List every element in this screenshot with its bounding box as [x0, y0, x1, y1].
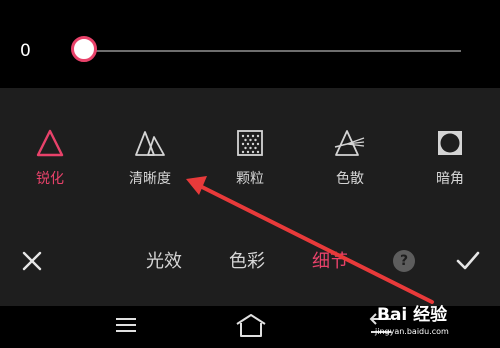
watermark-url: jingyan.baidu.com	[375, 327, 449, 336]
slider-track[interactable]	[86, 50, 461, 52]
tool-clarity[interactable]: 清晰度	[110, 128, 190, 198]
tool-grain[interactable]: 颗粒	[210, 128, 290, 198]
tab-light-effects[interactable]: 光效	[146, 247, 182, 273]
tab-details[interactable]: 细节	[312, 247, 348, 273]
vignette-icon	[438, 131, 462, 155]
tool-label: 色散	[336, 171, 364, 187]
watermark-logo: Bai 经验	[377, 305, 448, 325]
watermark: Bai 经验 jingyan.baidu.com	[375, 295, 497, 343]
tool-label: 锐化	[36, 171, 64, 187]
adjustment-slider-bar: 0	[0, 0, 500, 88]
grain-icon	[237, 130, 263, 156]
tool-label: 清晰度	[129, 171, 171, 187]
category-bar: 光效 色彩 细节 ?	[0, 243, 500, 279]
prism-icon	[334, 130, 365, 156]
slider-value: 0	[20, 41, 31, 61]
tab-color[interactable]: 色彩	[229, 247, 265, 273]
tool-label: 暗角	[436, 171, 464, 187]
triangle-icon	[36, 129, 64, 157]
tool-dispersion[interactable]: 色散	[310, 128, 390, 198]
home-icon[interactable]	[234, 312, 268, 340]
help-icon[interactable]: ?	[393, 250, 415, 272]
tool-label: 颗粒	[236, 171, 264, 187]
menu-icon[interactable]	[113, 312, 139, 338]
tool-vignette[interactable]: 暗角	[410, 128, 490, 198]
tool-sharpen[interactable]: 锐化	[10, 128, 90, 198]
slider-thumb[interactable]	[71, 36, 97, 62]
mountain-icon	[135, 131, 165, 156]
close-icon[interactable]	[20, 249, 44, 273]
check-icon[interactable]	[454, 248, 482, 274]
